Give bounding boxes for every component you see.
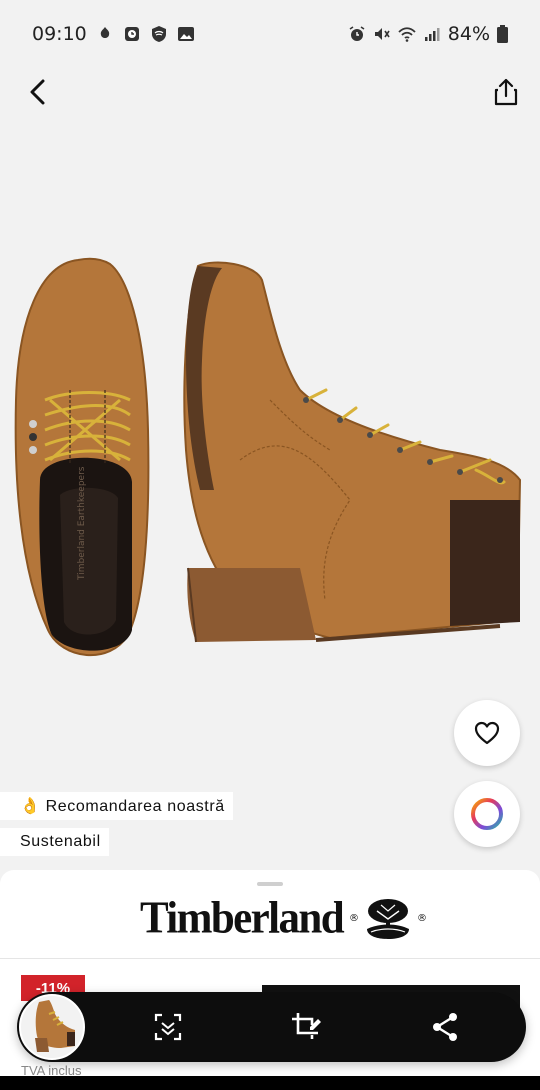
sustainable-label: Sustenabil: [20, 833, 101, 850]
sustainable-tag: Sustenabil: [0, 828, 109, 856]
sheet-divider: [0, 958, 540, 959]
crop-search-button[interactable]: [289, 1009, 325, 1045]
carousel-dot[interactable]: [29, 446, 37, 454]
share-top-button[interactable]: [488, 74, 524, 110]
mute-icon: [374, 28, 390, 40]
product-image[interactable]: Timberland Earthkeepers: [0, 250, 540, 670]
tree-logo-icon: [367, 898, 410, 939]
brand-logo[interactable]: Timberland ® ®: [140, 894, 427, 943]
share-icon: [433, 1013, 457, 1041]
product-thumbnail[interactable]: [19, 994, 85, 1060]
svg-text:Timberland Earthkeepers: Timberland Earthkeepers: [77, 466, 87, 581]
chevron-left-icon: [30, 79, 45, 105]
status-time: 09:10: [32, 23, 87, 45]
boot-side-view: [183, 261, 522, 643]
recommendation-tag: 👌 Recomandarea noastră: [0, 792, 233, 820]
registered-mark: ®: [417, 913, 428, 924]
wifi-icon: [398, 27, 416, 42]
brand-name: Timberland: [140, 893, 345, 944]
visual-search-toolbar: [17, 992, 526, 1062]
registered-mark: ®: [349, 913, 360, 924]
top-nav: [0, 68, 540, 118]
boot-thumbnail-image: [35, 1000, 75, 1052]
share-upload-icon: [494, 78, 518, 106]
carousel-dot-active[interactable]: [29, 433, 37, 441]
crop-search-icon: [292, 1013, 321, 1039]
notification-icon: [100, 27, 109, 38]
wishlist-button[interactable]: [454, 700, 520, 766]
share-button[interactable]: [427, 1009, 463, 1045]
alarm-icon: [349, 26, 365, 41]
gesture-bar: [0, 1076, 540, 1090]
visual-search-button[interactable]: [150, 1009, 186, 1045]
battery-icon: [497, 25, 508, 43]
battery-percent: 84%: [447, 23, 490, 45]
signal-icon: [424, 28, 440, 41]
visual-search-icon: [154, 1013, 182, 1041]
status-bar: 09:10 84%: [0, 0, 540, 68]
color-wheel-icon: [471, 798, 503, 830]
carousel-dot[interactable]: [29, 420, 37, 428]
recommendation-label: 👌 Recomandarea noastră: [20, 798, 225, 815]
back-button[interactable]: [20, 74, 56, 110]
heart-icon: [474, 721, 500, 745]
boot-top-view: Timberland Earthkeepers: [14, 257, 150, 657]
clock-app-icon: [124, 27, 139, 41]
color-variant-button[interactable]: [454, 781, 520, 847]
sheet-grabber[interactable]: [257, 882, 283, 886]
carousel-dots[interactable]: [29, 420, 37, 454]
shield-icon: [151, 26, 166, 42]
gallery-icon: [177, 27, 194, 41]
